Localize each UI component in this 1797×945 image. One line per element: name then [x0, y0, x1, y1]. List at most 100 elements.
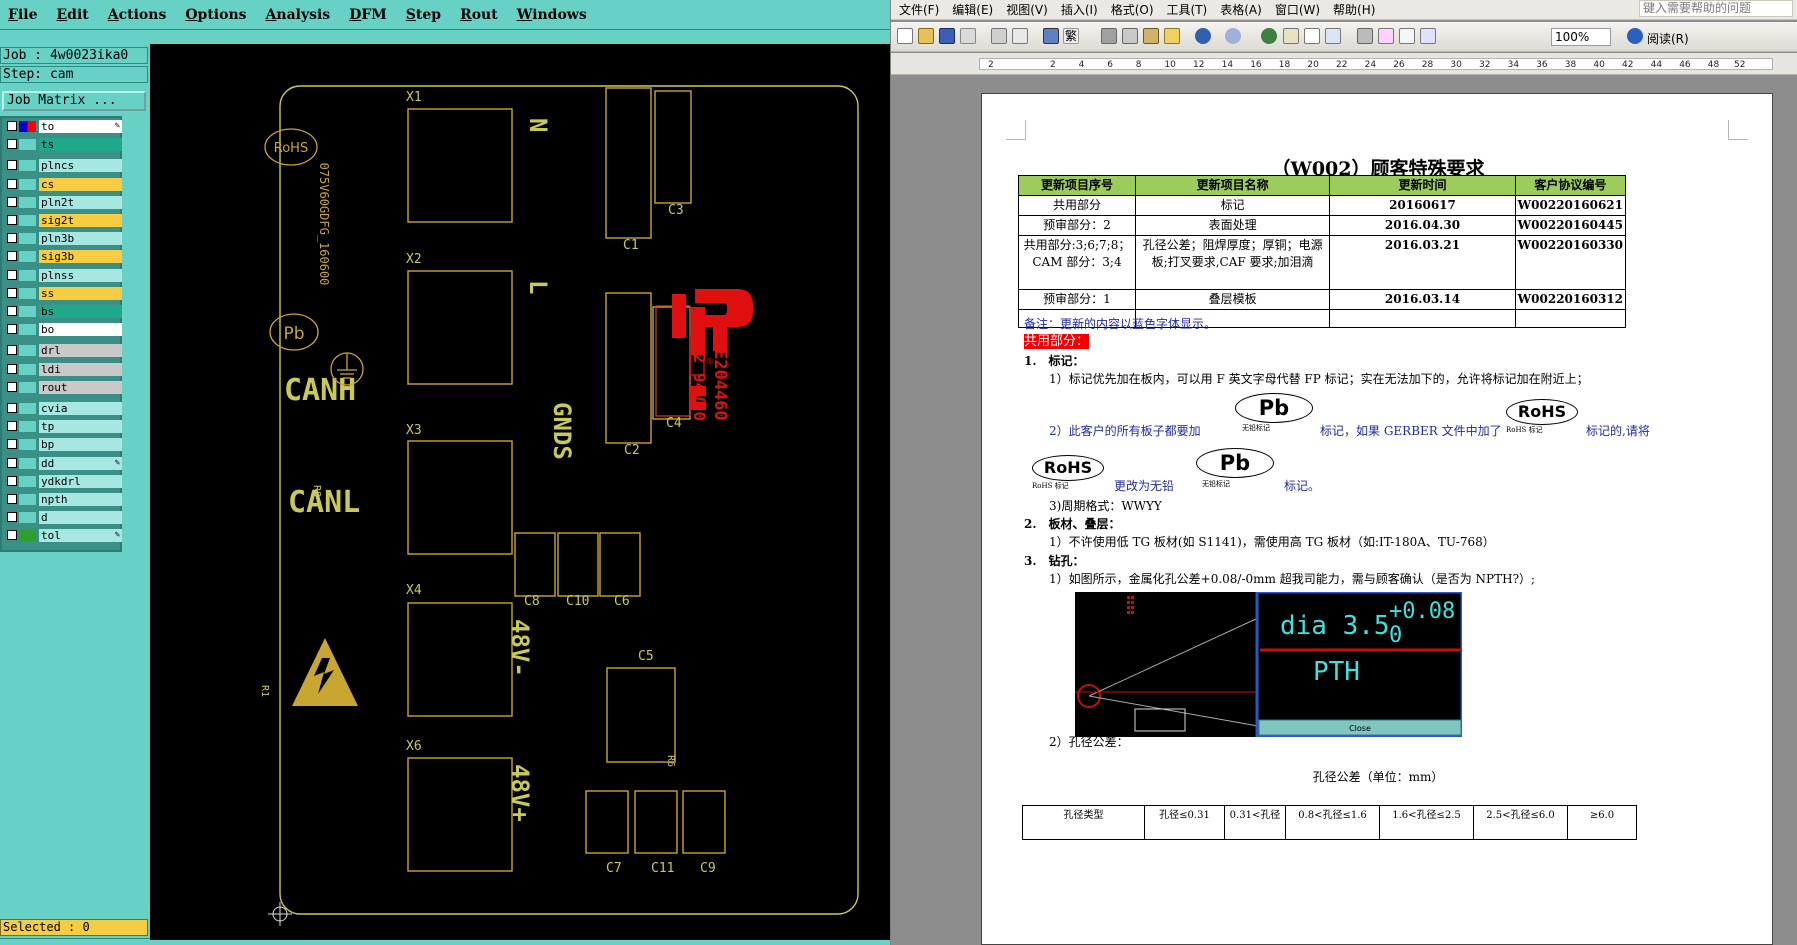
layer-row-cvia[interactable]: cvia	[4, 402, 122, 415]
cell[interactable]: W00220160621	[1514, 195, 1627, 216]
layer-color-swatch[interactable]	[19, 196, 36, 208]
layer-checkbox[interactable]	[7, 287, 17, 298]
layer-checkbox[interactable]	[7, 196, 17, 207]
word-menu-tools[interactable]: 工具(T)	[1167, 1, 1208, 18]
tol-col-4[interactable]: 1.6<孔径≤2.5	[1379, 805, 1474, 840]
word-menu-edit[interactable]: 编辑(E)	[952, 1, 993, 18]
drawing-icon[interactable]	[1378, 28, 1394, 44]
insert-excel-icon[interactable]	[1325, 28, 1341, 44]
cell[interactable]: 共用部分:3;6;7;8；CAM 部分：3;4	[1018, 235, 1136, 290]
layer-row-bo[interactable]: bo	[4, 323, 122, 337]
cell[interactable]: 预审部分：2	[1018, 215, 1136, 236]
tol-col-2[interactable]: 0.31<孔径	[1224, 805, 1286, 840]
reading-layout-button[interactable]: 阅读(R)	[1647, 30, 1689, 47]
cell[interactable]	[1329, 309, 1516, 328]
layer-checkbox[interactable]	[7, 121, 17, 131]
word-menu-file[interactable]: 文件(F)	[899, 1, 939, 18]
layer-color-swatch[interactable]	[19, 178, 36, 190]
layer-checkbox[interactable]	[7, 215, 17, 225]
layer-color-swatch[interactable]	[19, 269, 36, 281]
layer-checkbox[interactable]	[7, 363, 17, 374]
layer-color-swatch[interactable]	[19, 530, 36, 542]
menu-rout[interactable]: Rout	[460, 7, 498, 23]
layer-color-swatch[interactable]	[19, 233, 36, 245]
copy-icon[interactable]	[1122, 28, 1138, 44]
layer-color-swatch[interactable]	[19, 512, 36, 524]
job-matrix-button[interactable]: Job Matrix ...	[2, 91, 146, 111]
cell[interactable]: 叠层模板	[1134, 289, 1331, 310]
tol-col-3[interactable]: 0.8<孔径≤1.6	[1285, 805, 1380, 840]
layer-row-pln3b[interactable]: pln3b	[4, 232, 122, 246]
layer-row-sig2t[interactable]: sig2t	[4, 214, 122, 227]
layer-row-npth[interactable]: npth	[4, 493, 122, 506]
layer-row-d[interactable]: d	[4, 511, 122, 525]
new-doc-icon[interactable]	[897, 28, 913, 44]
tol-col-6[interactable]: ≥6.0	[1567, 805, 1637, 840]
menu-options[interactable]: Options	[185, 7, 246, 23]
show-hide-icon[interactable]	[1420, 28, 1436, 44]
cell[interactable]: 共用部分	[1018, 195, 1136, 216]
menu-step[interactable]: Step	[406, 7, 441, 23]
word-menu-format[interactable]: 格式(O)	[1111, 1, 1154, 18]
layer-color-swatch[interactable]	[19, 287, 36, 299]
hyperlink-icon[interactable]	[1261, 28, 1277, 44]
word-menu-view[interactable]: 视图(V)	[1006, 1, 1048, 18]
layer-row-ss[interactable]: ss	[4, 286, 122, 300]
layer-color-swatch[interactable]	[19, 121, 36, 132]
layer-row-cs[interactable]: cs	[4, 177, 122, 191]
tolerance-table[interactable]: 孔径类型 孔径≤0.31 0.31<孔径 0.8<孔径≤1.6 1.6<孔径≤2…	[1022, 805, 1637, 840]
layer-row-rout[interactable]: rout	[4, 380, 122, 394]
layer-row-pln2t[interactable]: pln2t	[4, 195, 122, 209]
layer-checkbox[interactable]	[7, 139, 17, 150]
tol-col-5[interactable]: 2.5<孔径≤6.0	[1473, 805, 1568, 840]
layer-checkbox[interactable]	[7, 251, 17, 262]
layer-row-bp[interactable]: bp	[4, 438, 122, 452]
help-search-input[interactable]: 键入需要帮助的问题	[1639, 0, 1793, 17]
layer-color-swatch[interactable]	[19, 306, 36, 317]
cell[interactable]: W00220160445	[1514, 215, 1627, 236]
tol-col-1[interactable]: 孔径≤0.31	[1144, 805, 1225, 840]
layer-checkbox[interactable]	[7, 475, 17, 486]
layer-color-swatch[interactable]	[19, 475, 36, 487]
word-menu-help[interactable]: 帮助(H)	[1333, 1, 1375, 18]
layer-color-swatch[interactable]	[19, 421, 36, 433]
layer-checkbox[interactable]	[7, 512, 17, 523]
cell[interactable]: 2016.03.21	[1329, 235, 1516, 290]
print-preview-icon[interactable]	[1012, 28, 1028, 44]
permission-icon[interactable]	[960, 28, 976, 44]
layer-row-sig3b[interactable]: sig3b	[4, 250, 122, 264]
open-icon[interactable]	[918, 28, 934, 44]
cell[interactable]: 2016.04.30	[1329, 215, 1516, 236]
undo-icon[interactable]	[1195, 28, 1211, 44]
redo-icon[interactable]	[1225, 28, 1241, 44]
layer-color-swatch[interactable]	[19, 251, 36, 263]
cell[interactable]: 表面处理	[1134, 215, 1331, 236]
help-icon[interactable]	[1627, 28, 1643, 44]
menu-edit[interactable]: Edit	[57, 7, 89, 23]
format-painter-icon[interactable]	[1164, 28, 1180, 44]
update-table[interactable]: 更新项目序号 更新项目名称 更新时间 客户协议编号 共用部分 标记 201606…	[1018, 175, 1627, 328]
insert-table-icon[interactable]	[1304, 28, 1320, 44]
layer-color-swatch[interactable]	[19, 345, 36, 357]
cell[interactable]: W00220160330	[1514, 235, 1627, 290]
cut-icon[interactable]	[1101, 28, 1117, 44]
layer-checkbox[interactable]	[7, 457, 17, 468]
layer-checkbox[interactable]	[7, 494, 17, 504]
layer-checkbox[interactable]	[7, 381, 17, 392]
word-menu-insert[interactable]: 插入(I)	[1061, 1, 1098, 18]
menu-file[interactable]: File	[8, 7, 38, 23]
research-icon[interactable]	[1043, 28, 1059, 44]
paste-icon[interactable]	[1143, 28, 1159, 44]
cell[interactable]: 孔径公差；阻焊厚度；厚铜；电源板;打叉要求,CAF 要求;加泪滴	[1134, 235, 1331, 290]
layer-color-swatch[interactable]	[19, 363, 36, 375]
cell[interactable]: 预审部分：1	[1018, 289, 1136, 310]
layer-row-tol[interactable]: tol ✎	[4, 529, 122, 543]
document-page[interactable]: （W002）顾客特殊要求 更新项目序号 更新项目名称 更新时间 客户协议编号 共…	[981, 93, 1773, 945]
layer-checkbox[interactable]	[7, 233, 17, 244]
cell[interactable]: 20160617	[1329, 195, 1516, 216]
layer-checkbox[interactable]	[7, 439, 17, 450]
layer-color-swatch[interactable]	[19, 381, 36, 393]
cell[interactable]	[1514, 309, 1627, 328]
layer-checkbox[interactable]	[7, 403, 17, 413]
layer-checkbox[interactable]	[7, 306, 17, 316]
